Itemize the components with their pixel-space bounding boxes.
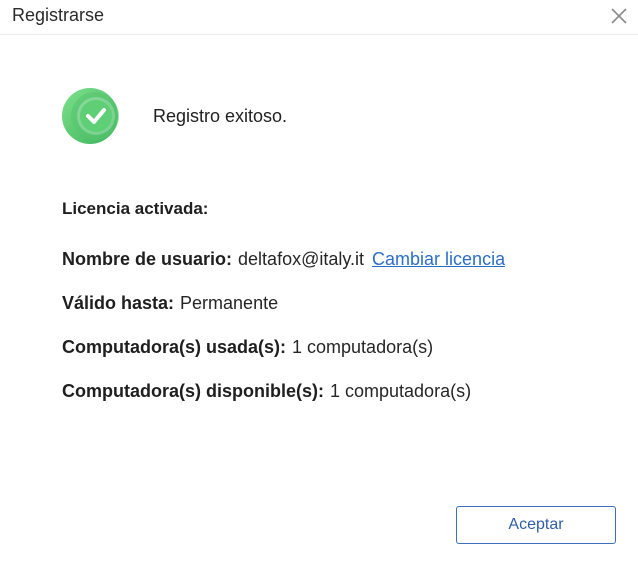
title-bar: Registrarse <box>0 0 638 35</box>
dialog-title: Registrarse <box>12 5 105 25</box>
valid-until-value: Permanente <box>180 293 279 313</box>
valid-until-row: Válido hasta: Permanente <box>62 293 278 314</box>
computers-available-row: Computadora(s) disponible(s): 1 computado… <box>62 381 471 402</box>
computers-used-label: Computadora(s) usada(s): <box>62 337 287 357</box>
success-status: Registro exitoso. <box>62 86 287 146</box>
change-license-link[interactable]: Cambiar licencia <box>372 249 505 269</box>
license-section-title: Licencia activada: <box>62 199 209 218</box>
username-value: deltafox@italy.it <box>238 249 365 269</box>
computers-available-label: Computadora(s) disponible(s): <box>62 381 324 401</box>
username-label: Nombre de usuario: <box>62 249 233 269</box>
accept-button[interactable]: Aceptar <box>456 506 616 544</box>
computers-used-row: Computadora(s) usada(s): 1 computadora(s) <box>62 337 433 358</box>
check-circle-icon <box>62 86 122 146</box>
computers-used-value: 1 computadora(s) <box>292 337 434 357</box>
username-row: Nombre de usuario: deltafox@italy.it Cambi… <box>62 249 505 270</box>
register-dialog: Registrarse Registro exitoso. Licencia a… <box>0 0 638 572</box>
success-message: Registro exitoso. <box>153 105 288 126</box>
valid-until-label: Válido hasta: <box>62 293 175 313</box>
computers-available-value: 1 computadora(s) <box>330 381 472 401</box>
close-icon[interactable] <box>608 5 630 27</box>
